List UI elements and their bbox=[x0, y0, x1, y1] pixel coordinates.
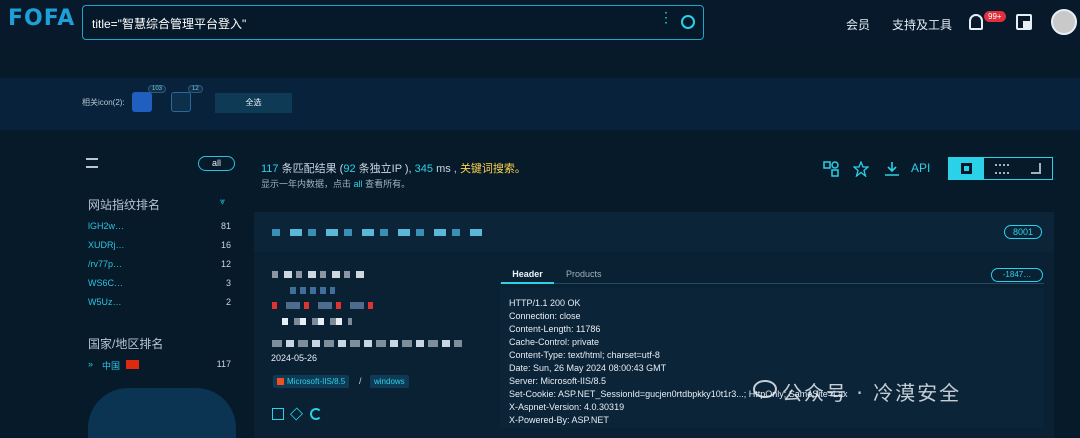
hash-badge[interactable]: -1847… bbox=[991, 268, 1043, 282]
all-button[interactable]: all bbox=[198, 156, 235, 171]
tab-products[interactable]: Products bbox=[566, 269, 602, 279]
fingerprint-count: 2 bbox=[225, 297, 231, 307]
header-line: X-Powered-By: ASP.NET bbox=[509, 415, 609, 425]
search-bar[interactable]: title="智慧综合管理平台登入" ⋮ bbox=[82, 5, 704, 40]
fingerprint-count: 3 bbox=[225, 278, 231, 288]
country-count: 117 bbox=[216, 359, 231, 369]
translate-icon[interactable] bbox=[1016, 14, 1032, 30]
result-note: 显示一年内数据，点击 all 查看所有。 bbox=[261, 177, 410, 190]
stats-view-icon[interactable] bbox=[1031, 163, 1041, 174]
fingerprint-count: 12 bbox=[220, 259, 231, 269]
api-button[interactable]: API bbox=[911, 161, 930, 175]
bell-icon[interactable] bbox=[969, 14, 983, 30]
country-ranking-title: 国家/地区排名 bbox=[88, 337, 164, 351]
more-options-icon[interactable]: ⋮ bbox=[659, 10, 673, 24]
icon-count-1: 103 bbox=[148, 85, 167, 93]
fingerprint-item[interactable]: W5Uz… bbox=[88, 297, 122, 307]
header-line: Content-Length: 11786 bbox=[509, 324, 601, 334]
fingerprint-item[interactable]: XUDRj… bbox=[88, 240, 125, 250]
watermark: 公众号 · 冷漠安全 bbox=[782, 381, 962, 405]
china-flag-icon bbox=[126, 360, 139, 369]
redacted-org bbox=[282, 318, 352, 325]
world-map bbox=[88, 388, 236, 438]
notification-badge: 99+ bbox=[984, 11, 1006, 22]
windows-icon bbox=[277, 378, 284, 386]
header-line: HTTP/1.1 200 OK bbox=[509, 298, 581, 308]
icon-count-2: 12 bbox=[188, 85, 203, 93]
download-icon[interactable] bbox=[884, 161, 900, 177]
server-tag-label: Microsoft-IIS/8.5 bbox=[287, 377, 346, 386]
screenshot-icon[interactable] bbox=[272, 408, 284, 420]
filter-icon[interactable] bbox=[86, 158, 98, 168]
time-unit: ms , bbox=[433, 163, 457, 175]
related-icon-2[interactable] bbox=[171, 92, 191, 112]
logo-text: FOFA bbox=[8, 6, 76, 31]
search-input[interactable]: title="智慧综合管理平台登入" bbox=[92, 15, 246, 32]
result-date: 2024-05-26 bbox=[271, 353, 318, 363]
redacted-host bbox=[272, 229, 482, 236]
refresh-icon[interactable] bbox=[310, 408, 322, 420]
port-badge[interactable]: 8001 bbox=[1004, 225, 1042, 239]
note-suffix: 查看所有。 bbox=[365, 179, 411, 189]
keyword-search-link[interactable]: 关键词搜索。 bbox=[460, 163, 526, 175]
nav-membership[interactable]: 会员 bbox=[846, 16, 870, 33]
fingerprint-item[interactable]: WS6C… bbox=[88, 278, 123, 288]
unique-ip-count: 92 bbox=[343, 163, 356, 175]
tag-separator: / bbox=[359, 376, 362, 386]
list-view-icon[interactable] bbox=[995, 164, 1009, 174]
fofa-logo[interactable]: FOFA bbox=[8, 6, 75, 31]
total-count: 117 bbox=[261, 163, 279, 175]
header-line: Content-Type: text/html; charset=utf-8 bbox=[509, 350, 660, 360]
select-all-button[interactable]: 全选 bbox=[215, 93, 292, 113]
total-text: 条匹配结果 ( bbox=[278, 163, 344, 175]
all-link[interactable]: all bbox=[354, 179, 363, 189]
share-icon[interactable] bbox=[823, 161, 839, 177]
star-icon[interactable] bbox=[853, 161, 869, 177]
avatar[interactable] bbox=[1051, 9, 1077, 35]
fingerprint-count: 81 bbox=[220, 221, 231, 231]
redacted-ip bbox=[290, 287, 335, 294]
tab-header[interactable]: Header bbox=[501, 266, 554, 284]
fingerprint-count: 16 bbox=[220, 240, 231, 250]
nav-support-tools[interactable]: 支持及工具 bbox=[892, 16, 952, 33]
header-line: Cache-Control: private bbox=[509, 337, 600, 347]
redacted-asn bbox=[272, 340, 462, 347]
header-line: X-Aspnet-Version: 4.0.30319 bbox=[509, 402, 625, 412]
expand-chevron-icon[interactable]: » bbox=[88, 359, 93, 369]
redacted-title bbox=[272, 271, 367, 278]
query-time: 345 bbox=[414, 163, 434, 175]
header-line: Date: Sun, 26 May 2024 08:00:43 GMT bbox=[509, 363, 667, 373]
result-summary: 117 条匹配结果 (92 条独立IP ), 345 ms , 关键词搜索。 bbox=[261, 160, 526, 176]
server-tag[interactable]: Microsoft-IIS/8.5 bbox=[273, 375, 350, 388]
view-toggle bbox=[948, 157, 1053, 180]
fingerprint-ranking-title: 网站指纹排名 bbox=[88, 198, 161, 212]
wechat-icon bbox=[753, 380, 777, 398]
fingerprint-item[interactable]: /rv77p… bbox=[88, 259, 122, 269]
related-icon-1[interactable] bbox=[132, 92, 152, 112]
note-prefix: 显示一年内数据，点击 bbox=[261, 179, 352, 189]
os-tag[interactable]: windows bbox=[370, 375, 409, 388]
header-line: Server: Microsoft-IIS/8.5 bbox=[509, 376, 607, 386]
fingerprint-item[interactable]: lGH2w… bbox=[88, 221, 124, 231]
redacted-location bbox=[272, 302, 382, 309]
search-icon[interactable] bbox=[681, 15, 695, 29]
grid-view-button[interactable] bbox=[949, 158, 984, 179]
grid-icon bbox=[961, 163, 972, 174]
spacer-band bbox=[0, 48, 1080, 78]
country-item[interactable]: 中国 bbox=[102, 359, 120, 372]
http-header-panel: HTTP/1.1 200 OK Connection: close Conten… bbox=[500, 288, 1044, 428]
funnel-icon[interactable]: ⩔ bbox=[220, 196, 225, 207]
detail-tabs: Header Products bbox=[500, 266, 1044, 284]
header-line: Connection: close bbox=[509, 311, 581, 321]
unique-ip-text: 条独立IP ), bbox=[355, 163, 415, 175]
related-icon-label: 相关icon(2): bbox=[82, 98, 125, 107]
